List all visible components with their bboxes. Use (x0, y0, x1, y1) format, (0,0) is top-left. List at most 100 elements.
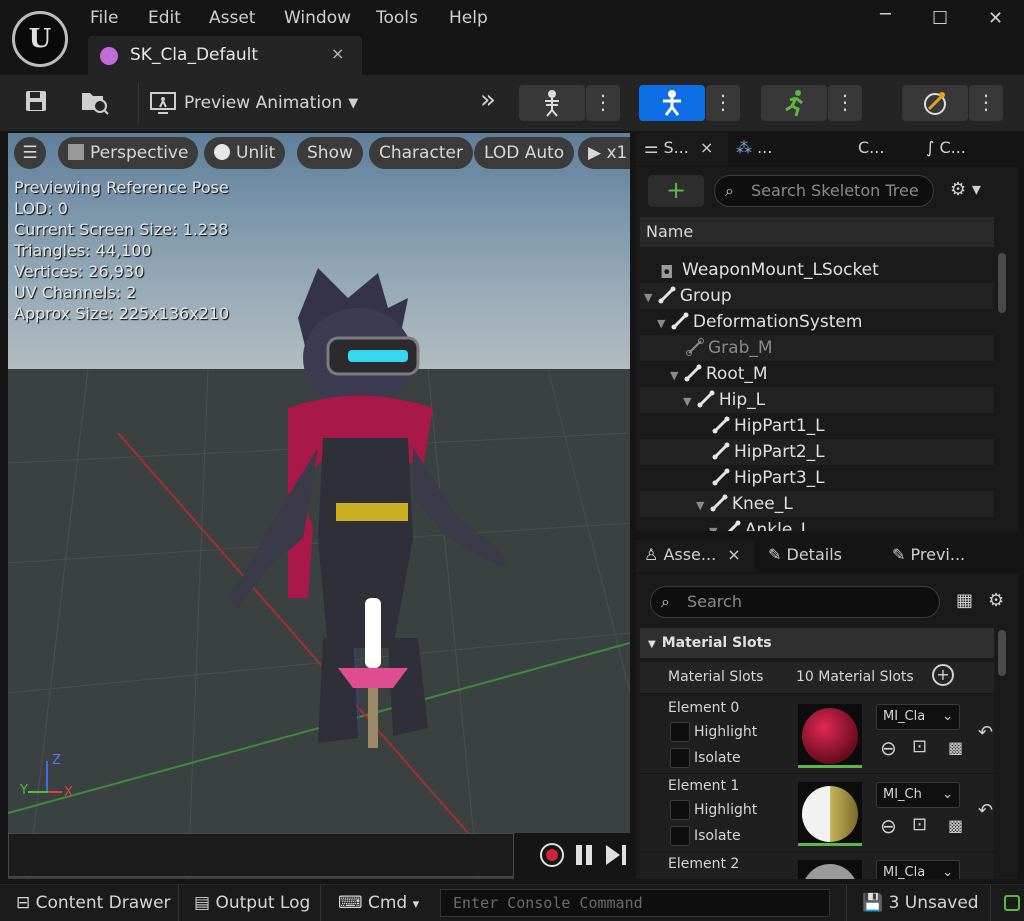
checker-icon: ▩ (948, 816, 964, 835)
reset-arrow-icon[interactable]: ↶ (978, 722, 993, 743)
tab-close-button[interactable]: × (331, 44, 344, 63)
material-thumbnail[interactable] (798, 782, 862, 846)
tab-curves[interactable]: C... (858, 133, 918, 165)
use-selected-icon[interactable]: ⊖ (880, 736, 897, 760)
tree-row[interactable]: HipPart1_L (640, 413, 994, 439)
isolate-checkbox[interactable] (670, 826, 690, 846)
skeleton-options-button[interactable]: ⋮ (586, 85, 620, 121)
status-divider (178, 885, 179, 921)
minimize-button[interactable]: ─ (880, 4, 891, 25)
menu-edit[interactable]: Edit (148, 8, 181, 28)
reset-arrow-icon[interactable]: ↶ (978, 800, 993, 821)
add-material-slot-button[interactable]: + (932, 664, 954, 686)
lod-button[interactable]: LOD Auto (474, 137, 575, 169)
3d-viewport[interactable]: ☰ Perspective Unlit Show Character LOD A… (8, 133, 630, 879)
tab-skeleton-tree[interactable]: ⚌ S... × (636, 133, 728, 165)
menu-file[interactable]: File (90, 8, 118, 28)
browse-icon[interactable]: ⊡ (912, 736, 927, 757)
table-view-icon[interactable]: ▦ (956, 590, 973, 611)
source-control-icon[interactable] (1004, 895, 1020, 911)
material-dropdown[interactable]: MI_Cla ⌄ (876, 860, 960, 879)
tab-sockets[interactable]: ⁂ ... (736, 133, 820, 165)
asset-tab[interactable]: SK_Cla_Default × (88, 36, 362, 75)
content-drawer-button[interactable]: ⊟ Content Drawer (16, 893, 171, 913)
perspective-button[interactable]: Perspective (58, 137, 199, 169)
unreal-logo-icon[interactable]: U (12, 11, 68, 67)
material-thumbnail[interactable] (798, 704, 862, 768)
physics-options-button[interactable]: ⋮ (969, 85, 1003, 121)
tree-scrollbar[interactable] (998, 253, 1006, 313)
tab-close-icon[interactable]: × (727, 545, 740, 564)
view-mode-button[interactable]: Unlit (204, 137, 286, 169)
mesh-mode-button[interactable] (639, 85, 705, 121)
console-command-input[interactable]: Enter Console Command (440, 889, 830, 917)
maximize-button[interactable]: ☐ (932, 8, 948, 29)
tab-details[interactable]: ✎ Details (768, 540, 878, 572)
tab-preview-settings[interactable]: ✎ Previ... (892, 540, 1002, 572)
tree-row[interactable]: ◘ WeaponMount_LSocket (640, 257, 994, 283)
toolbar-overflow-button[interactable]: » (480, 85, 496, 115)
material-slots-section-header[interactable]: ▼ Material Slots (640, 628, 994, 658)
playback-speed-button[interactable]: ▶ x1 (578, 137, 630, 169)
tree-row[interactable]: ▼ Root_M (640, 361, 994, 387)
timeline-area[interactable] (8, 833, 514, 877)
tab-asset-details[interactable]: ♙ Asse... × (636, 540, 754, 572)
skeleton-tree-icon: ⚌ (644, 138, 659, 157)
use-selected-icon[interactable]: ⊖ (880, 814, 897, 838)
show-button[interactable]: Show (297, 137, 363, 169)
highlight-label: Highlight (694, 724, 758, 740)
bone-icon (658, 286, 676, 304)
tree-row[interactable]: Grab_M (640, 335, 994, 361)
record-button[interactable] (540, 843, 564, 867)
add-socket-button[interactable]: + (648, 175, 704, 207)
viewport-options-button[interactable]: ☰ (14, 137, 46, 169)
bone-icon (684, 364, 702, 382)
section-title: Material Slots (661, 635, 772, 651)
chevron-down-icon: ⌄ (942, 709, 953, 724)
details-scrollbar[interactable] (998, 630, 1006, 676)
pause-button[interactable] (574, 843, 594, 867)
menu-tools[interactable]: Tools (376, 8, 418, 28)
tab-curve-editor[interactable]: ∫ C... (926, 133, 1006, 165)
tree-column-header[interactable]: Name (640, 217, 994, 247)
tree-row[interactable]: HipPart2_L (640, 439, 994, 465)
tab-close-icon[interactable]: × (700, 138, 713, 157)
lod-label: LOD Auto (484, 143, 565, 163)
details-search-input[interactable]: ⌕ Search (650, 586, 940, 618)
settings-gear-icon[interactable]: ⚙ ▾ (950, 179, 981, 200)
menu-asset[interactable]: Asset (209, 8, 255, 28)
animation-options-button[interactable]: ⋮ (828, 85, 862, 121)
save-icon[interactable] (24, 89, 48, 113)
material-dropdown[interactable]: MI_Cla ⌄ (876, 704, 960, 730)
tree-row[interactable]: ▼ Hip_L (640, 387, 994, 413)
isolate-checkbox[interactable] (670, 748, 690, 768)
highlight-checkbox[interactable] (670, 800, 690, 820)
step-forward-button[interactable] (604, 843, 628, 867)
tree-row[interactable]: HipPart3_L (640, 465, 994, 491)
menu-help[interactable]: Help (449, 8, 488, 28)
toolbar-divider (138, 83, 139, 123)
browse-asset-icon[interactable] (80, 89, 110, 115)
tree-row[interactable]: ▼ DeformationSystem (640, 309, 994, 335)
preview-animation-dropdown[interactable]: Preview Animation ▼ (150, 89, 358, 117)
output-log-button[interactable]: ▤ Output Log (194, 893, 310, 913)
mesh-options-button[interactable]: ⋮ (706, 85, 740, 121)
settings-gear-icon[interactable]: ⚙ (988, 590, 1004, 611)
animation-mode-button[interactable] (761, 85, 827, 121)
tree-row[interactable]: ▼ Group (640, 283, 994, 309)
unsaved-button[interactable]: 💾 3 Unsaved (862, 893, 979, 913)
bone-icon (723, 520, 741, 531)
character-button[interactable]: Character (369, 137, 473, 169)
skeleton-search-input[interactable]: ⌕ Search Skeleton Tree (714, 175, 934, 207)
close-window-button[interactable]: ✕ (988, 8, 1003, 29)
tree-row[interactable]: ▼ Knee_L (640, 491, 994, 517)
menu-window[interactable]: Window (284, 8, 351, 28)
browse-icon[interactable]: ⊡ (912, 814, 927, 835)
tree-row[interactable]: ▼ Ankle_L (640, 517, 994, 531)
skeleton-mode-button[interactable] (519, 85, 585, 121)
cmd-dropdown[interactable]: ⌨ Cmd ▾ (338, 893, 419, 913)
physics-mode-button[interactable] (902, 85, 968, 121)
highlight-checkbox[interactable] (670, 722, 690, 742)
material-thumbnail[interactable] (798, 860, 862, 879)
material-dropdown[interactable]: MI_Ch ⌄ (876, 782, 960, 808)
